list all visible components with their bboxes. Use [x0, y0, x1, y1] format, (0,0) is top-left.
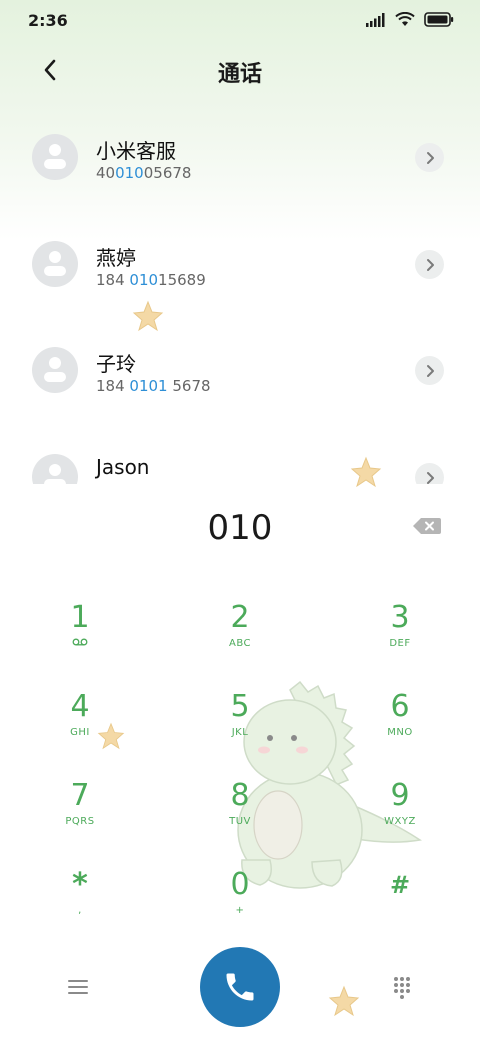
chevron-right-icon: [426, 364, 434, 377]
keypad-toggle-button[interactable]: [390, 975, 414, 999]
key-1[interactable]: 1: [20, 600, 140, 680]
dial-keypad: 1 2 ABC 3 DEF 4 GHI 5 JKL 6 MNO 7 PQRS 8…: [0, 592, 480, 932]
key-4[interactable]: 4 GHI: [20, 689, 140, 769]
chevron-right-icon: [426, 151, 434, 164]
key-5[interactable]: 5 JKL: [180, 689, 300, 769]
contact-detail-button[interactable]: [415, 463, 444, 484]
phone-icon: [226, 973, 254, 1001]
call-button[interactable]: [200, 947, 280, 1027]
contact-name: 小米客服: [96, 139, 176, 163]
key-9[interactable]: 9 WXYZ: [340, 778, 460, 858]
menu-button[interactable]: [64, 975, 92, 999]
key-2[interactable]: 2 ABC: [180, 600, 300, 680]
key-hash[interactable]: #: [340, 867, 460, 947]
contact-name: 燕婷: [96, 246, 136, 270]
battery-icon: [424, 12, 454, 27]
backspace-button[interactable]: [412, 515, 442, 537]
contact-detail-button[interactable]: [415, 356, 444, 385]
contact-row[interactable]: 小米客服 4001005678: [0, 110, 480, 210]
key-6[interactable]: 6 MNO: [340, 689, 460, 769]
page-title: 通话: [217, 62, 262, 87]
contact-number: 184 01015689: [96, 271, 206, 289]
key-7[interactable]: 7 PQRS: [20, 778, 140, 858]
menu-icon: [68, 980, 88, 994]
dialpad-icon: [394, 977, 410, 999]
header: 通话: [0, 40, 480, 100]
key-0[interactable]: 0 +: [180, 867, 300, 947]
contact-row[interactable]: 子玲 184 0101 5678: [0, 323, 480, 423]
key-3[interactable]: 3 DEF: [340, 600, 460, 680]
contact-detail-button[interactable]: [415, 250, 444, 279]
contact-name: 子玲: [96, 352, 136, 376]
key-8[interactable]: 8 TUV: [180, 778, 300, 858]
contact-row[interactable]: 燕婷 184 01015689: [0, 217, 480, 317]
contact-row[interactable]: Jason: [0, 430, 480, 484]
status-bar: 2:36: [0, 0, 480, 40]
dialed-number: 010: [207, 508, 273, 548]
avatar: [32, 241, 78, 287]
avatar: [32, 454, 78, 484]
signal-icon: [366, 12, 385, 27]
contact-detail-button[interactable]: [415, 143, 444, 172]
matched-contacts-list: 小米客服 4001005678 燕婷 184 01015689 子玲 184 0…: [0, 110, 480, 484]
contact-number: 4001005678: [96, 164, 192, 182]
voicemail-icon: [72, 638, 88, 646]
chevron-right-icon: [426, 471, 434, 484]
avatar: [32, 134, 78, 180]
wifi-icon: [395, 12, 415, 26]
contact-name: Jason: [96, 455, 150, 479]
matched-digits: 0101: [129, 377, 168, 395]
avatar: [32, 347, 78, 393]
status-time: 2:36: [28, 11, 68, 30]
bottom-action-bar: [0, 945, 480, 1030]
chevron-right-icon: [426, 258, 434, 271]
contact-number: 184 0101 5678: [96, 377, 211, 395]
backspace-icon: [413, 518, 441, 534]
status-icons: [366, 12, 454, 27]
key-star[interactable]: * ,: [20, 867, 140, 947]
matched-digits: 010: [115, 164, 144, 182]
matched-digits: 010: [129, 271, 159, 289]
